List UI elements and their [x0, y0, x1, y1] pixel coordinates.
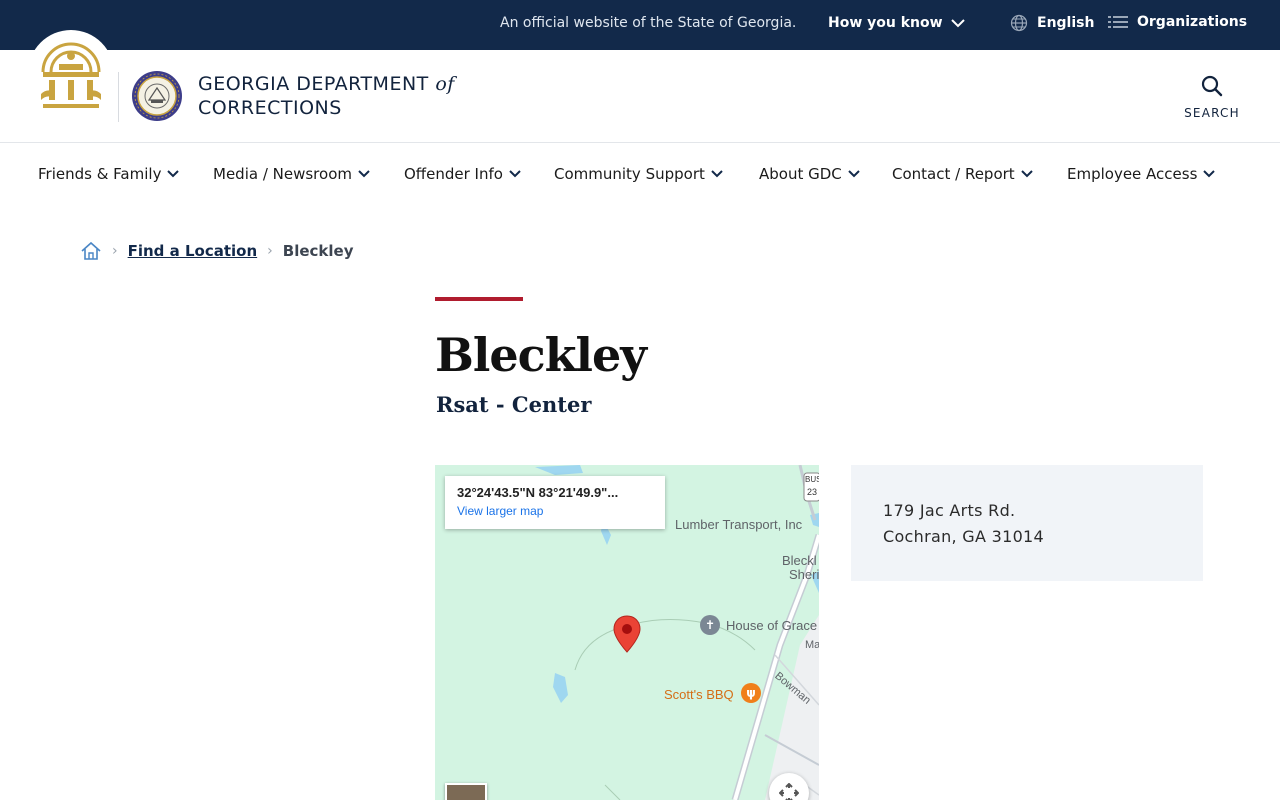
map-label-scotts-bbq: Scott's BBQ — [664, 687, 734, 702]
chevron-down-icon — [509, 170, 521, 178]
logo-divider — [118, 72, 119, 122]
agency-name[interactable]: GEORGIA DEPARTMENT of CORRECTIONS — [198, 72, 455, 120]
search-label: SEARCH — [1184, 106, 1240, 120]
nav-label: Community Support — [554, 165, 705, 183]
restaurant-icon[interactable]: ψ — [741, 683, 761, 703]
map-label-lumber-transport: Lumber Transport, Inc — [675, 517, 803, 532]
church-icon[interactable]: ✝ — [700, 615, 720, 635]
nav-friends-family[interactable]: Friends & Family — [38, 165, 180, 183]
map-label-ma: Ma — [805, 639, 819, 651]
chevron-right-icon: › — [112, 243, 118, 259]
nav-media-newsroom[interactable]: Media / Newsroom — [213, 165, 370, 183]
breadcrumb-find-location[interactable]: Find a Location — [128, 242, 258, 260]
address-line-2: Cochran, GA 31014 — [883, 527, 1045, 546]
organizations-menu[interactable]: Organizations — [1108, 14, 1247, 30]
brand-line-1: GEORGIA DEPARTMENT — [198, 73, 429, 95]
nav-contact-report[interactable]: Contact / Report — [892, 165, 1033, 183]
brand-of: of — [435, 73, 455, 95]
street-view-thumbnail[interactable] — [445, 783, 487, 800]
fullscreen-icon — [779, 783, 799, 800]
chevron-down-icon — [358, 170, 370, 178]
language-selector[interactable]: English — [1010, 14, 1094, 32]
location-map[interactable]: BUS 23 Lumber Transport, Inc Bleckl Sher… — [435, 465, 819, 800]
map-coordinates: 32°24'43.5"N 83°21'49.9"... — [457, 485, 619, 500]
organizations-label: Organizations — [1137, 14, 1248, 30]
nav-employee-access[interactable]: Employee Access — [1067, 165, 1216, 183]
georgia-state-logo[interactable] — [28, 30, 114, 116]
page-title: Bleckley — [435, 328, 647, 382]
nav-community-support[interactable]: Community Support — [554, 165, 723, 183]
nav-label: Friends & Family — [38, 165, 162, 183]
chevron-down-icon — [1020, 170, 1033, 178]
nav-label: Media / Newsroom — [213, 165, 352, 183]
chevron-down-icon — [848, 170, 860, 178]
view-larger-map-link[interactable]: View larger map — [457, 504, 653, 518]
list-icon — [1108, 16, 1128, 28]
nav-label: About GDC — [759, 165, 842, 183]
georgia-arch-icon — [41, 42, 101, 108]
map-label-bleckley-sheriff-2: Sheri — [789, 567, 819, 582]
location-pin-icon[interactable] — [613, 615, 641, 653]
main-nav: Friends & Family Media / Newsroom Offend… — [0, 143, 1280, 205]
gdc-seal-icon[interactable] — [131, 70, 183, 122]
map-info-card: 32°24'43.5"N 83°21'49.9"... View larger … — [445, 476, 665, 529]
page-subtitle: Rsat - Center — [436, 392, 592, 417]
chevron-down-icon — [950, 18, 965, 27]
home-icon[interactable] — [80, 241, 102, 261]
breadcrumb: › Find a Location › Bleckley — [80, 241, 353, 261]
address-line-1: 179 Jac Arts Rd. — [883, 501, 1016, 520]
chevron-down-icon — [711, 170, 723, 178]
breadcrumb-current: Bleckley — [282, 242, 354, 260]
map-route-bus: BUS — [805, 475, 819, 484]
how-you-know-label: How you know — [828, 15, 943, 31]
site-header: GEORGIA DEPARTMENT of CORRECTIONS SEARCH — [0, 30, 1280, 143]
language-label: English — [1037, 15, 1095, 31]
official-banner: An official website of the State of Geor… — [0, 0, 1280, 50]
address-panel: 179 Jac Arts Rd. Cochran, GA 31014 — [851, 465, 1203, 581]
nav-label: Offender Info — [404, 165, 503, 183]
chevron-down-icon — [1203, 170, 1216, 178]
search-button[interactable]: SEARCH — [1180, 74, 1244, 120]
map-label-house-of-grace: House of Grace — [726, 618, 818, 633]
brand-line-2: CORRECTIONS — [198, 97, 342, 119]
globe-icon — [1010, 14, 1028, 32]
map-label-bleckley-sheriff-1: Bleckl — [782, 553, 817, 568]
map-route-number: 23 — [807, 487, 818, 497]
chevron-down-icon — [167, 170, 180, 178]
nav-about-gdc[interactable]: About GDC — [759, 165, 860, 183]
title-accent-bar — [435, 297, 523, 301]
chevron-right-icon: › — [267, 243, 273, 259]
nav-label: Contact / Report — [892, 165, 1015, 183]
nav-offender-info[interactable]: Offender Info — [404, 165, 521, 183]
how-you-know-toggle[interactable]: How you know — [828, 15, 965, 31]
nav-label: Employee Access — [1067, 165, 1198, 183]
search-icon — [1201, 75, 1223, 97]
official-site-text: An official website of the State of Geor… — [500, 15, 797, 31]
